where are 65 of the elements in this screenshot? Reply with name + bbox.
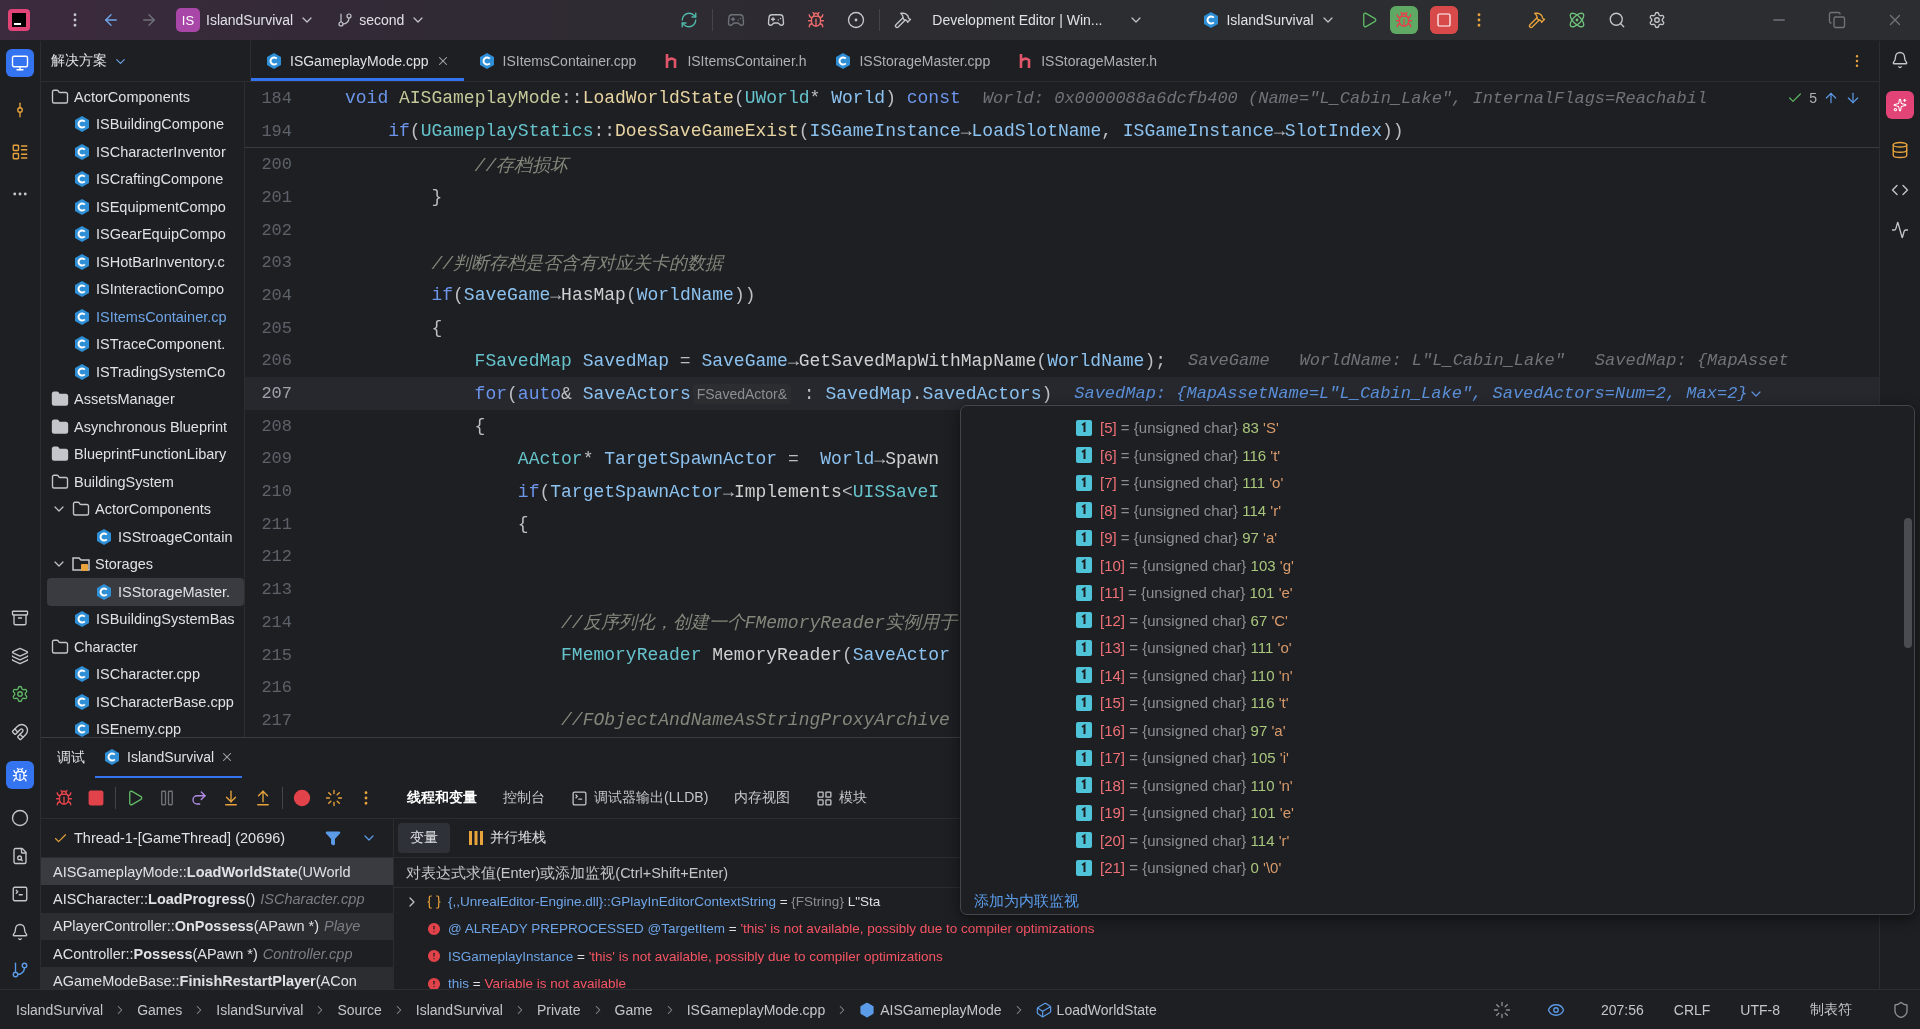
line-number: 212: [260, 547, 292, 567]
line-number: 209: [260, 449, 292, 469]
array-element-value: [15] = {unsigned char} 116 't': [1100, 694, 1289, 712]
array-element-value: [6] = {unsigned char} 116 't': [1100, 446, 1281, 464]
code-line: //FObjectAndNameAsStringProxyArchive: [560, 710, 950, 731]
inline-value-hint: WorldName: L"L_Cabin_Lake": [1299, 351, 1565, 371]
array-element-value: [12] = {unsigned char} 67 'C': [1100, 611, 1288, 629]
code-line: void AISGameplayMode::LoadWorldState(UWorld* World) const: [345, 88, 961, 109]
variable-value: {,,UnrealEditor-Engine.dll}::GPlayInEditorContextString = {FString} L"Sta: [448, 894, 881, 910]
code-line: if(TargetSpawnActor→Implements<UISSaveI: [516, 481, 940, 502]
array-element-value: [16] = {unsigned char} 97 'a': [1100, 721, 1286, 739]
line-number: 216: [260, 678, 292, 698]
array-element-value: [13] = {unsigned char} 111 'o': [1100, 639, 1292, 657]
inline-value-hint: SaveGame: [1188, 351, 1270, 371]
inline-value-hint: SavedMap: {MapAssetName=L"L_Cabin_Lake", SavedActors=Num=2, Max=2}: [1074, 384, 1748, 404]
array-element-value: [9] = {unsigned char} 97 'a': [1100, 529, 1278, 547]
line-number: 202: [260, 220, 292, 240]
code-line: if(SaveGame→HasMap(WorldName)): [430, 285, 756, 306]
line-number: 208: [260, 416, 292, 436]
line-number: 184: [260, 88, 292, 108]
array-element-value: [19] = {unsigned char} 101 'e': [1100, 804, 1294, 822]
line-number: 201: [260, 187, 292, 207]
inline-value-hint: SavedMap: {MapAsset: [1594, 351, 1789, 371]
code-line: //存档损坏: [473, 154, 569, 177]
line-number: 206: [260, 351, 292, 371]
project-badge: IS: [176, 8, 200, 32]
line-number: 203: [260, 253, 292, 273]
array-element-value: [14] = {unsigned char} 110 'n': [1100, 666, 1293, 684]
line-number: 204: [260, 285, 292, 305]
line-number: 215: [260, 645, 292, 665]
panel-title: 调试: [57, 749, 85, 767]
line-number: 213: [260, 580, 292, 600]
array-element-value: [10] = {unsigned char} 103 'g': [1100, 556, 1294, 574]
line-number: 200: [260, 155, 292, 175]
code-line: {: [430, 318, 443, 339]
line-number: 211: [260, 514, 292, 534]
variable-value: this = Variable is not available: [448, 976, 627, 989]
variable-value: ISGameplayInstance = 'this' is not available, possibly due to compiler optimizations: [448, 948, 943, 964]
code-line: {: [516, 514, 529, 535]
array-element-value: [17] = {unsigned char} 105 'i': [1100, 749, 1289, 767]
code-line: FSavedMap SavedMap = SaveGame→GetSavedMapWithMapName(WorldName);: [473, 350, 1166, 371]
line-number: 214: [260, 612, 292, 632]
array-element-value: [20] = {unsigned char} 114 'r': [1100, 831, 1290, 849]
array-element-value: [7] = {unsigned char} 111 'o': [1100, 474, 1284, 492]
code-line: FMemoryReader MemoryReader(SaveActor: [560, 645, 950, 666]
code-line: {: [473, 416, 486, 437]
code-line: //反序列化，创建一个FMemoryReader实例用于: [560, 612, 958, 635]
array-element-value: [8] = {unsigned char} 114 'r': [1100, 501, 1282, 519]
inline-value-hint: World: 0x0000088a6dcfb400 (Name="L_Cabin_Lake", InternalFlags=Reachabil: [982, 88, 1708, 108]
code-line: }: [430, 187, 443, 208]
line-number: 205: [260, 318, 292, 338]
line-number: 194: [260, 121, 292, 141]
inspection-count: 5: [1809, 90, 1817, 107]
line-number: 217: [260, 710, 292, 730]
variable-value: @ ALREADY PREPROCESSED @TargetItem = 'this' is not available, possibly due to compiler optimizations: [448, 921, 1095, 937]
array-element-value: [5] = {unsigned char} 83 'S': [1100, 419, 1279, 437]
line-number: 207: [260, 384, 292, 404]
array-element-value: [21] = {unsigned char} 0 '\0': [1100, 859, 1282, 877]
array-element-value: [18] = {unsigned char} 110 'n': [1100, 776, 1293, 794]
code-line: for(auto& SaveActors FSavedActor& : SavedMap.SavedActors): [473, 383, 1053, 404]
array-element-value: [11] = {unsigned char} 101 'e': [1100, 584, 1293, 602]
code-line: if(UGameplayStatics::DoesSaveGameExist(ISGameInstance→LoadSlotName, ISGameInstance→SlotIndex)): [387, 121, 1404, 142]
line-number: 210: [260, 482, 292, 502]
code-line: AActor* TargetSpawnActor = World→Spawn: [516, 448, 940, 469]
code-line: //判断存档是否含有对应关卡的数据: [430, 252, 724, 275]
